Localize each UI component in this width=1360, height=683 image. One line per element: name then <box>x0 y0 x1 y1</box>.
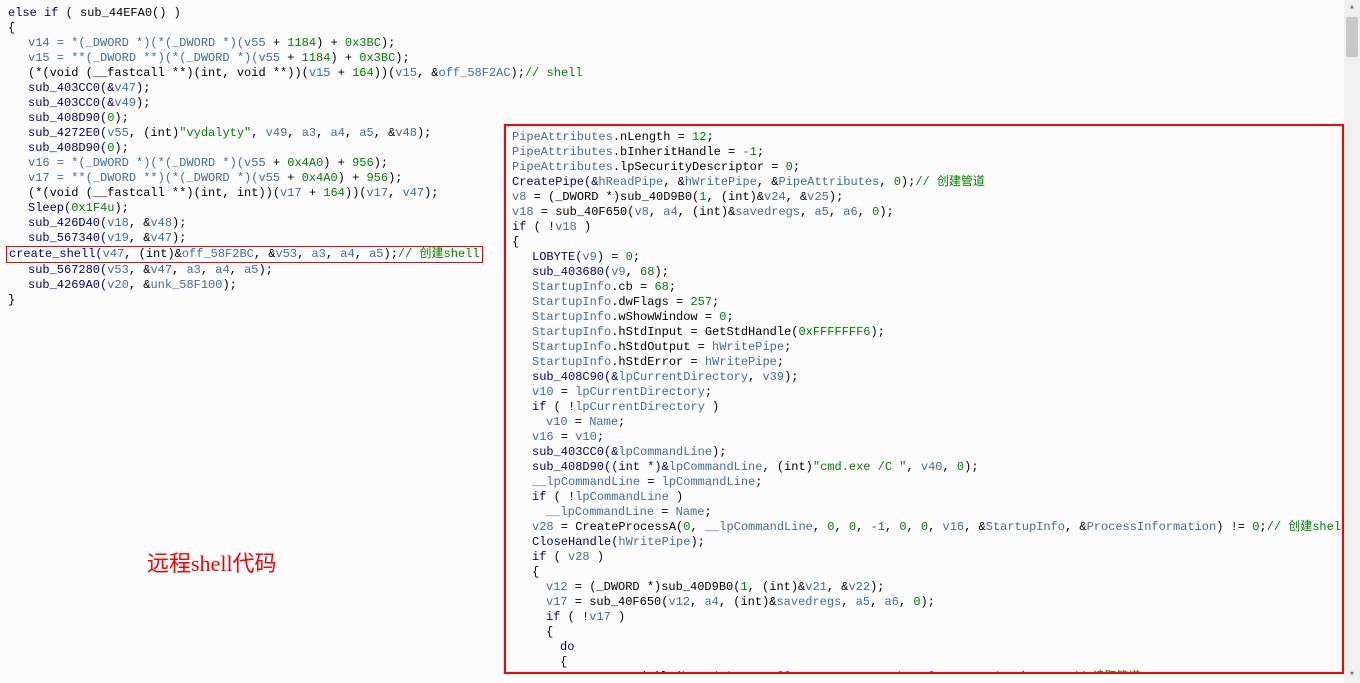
code-line: (*(void (__fastcall **)(int, void **))(v… <box>8 66 498 81</box>
right-code-block: PipeAttributes.nLength = 12; PipeAttribu… <box>504 124 1344 674</box>
code-line: StartupInfo.cb = 68; <box>512 280 1336 295</box>
code-line: __lpCommandLine = lpCommandLine; <box>512 475 1336 490</box>
code-line: PipeAttributes.bInheritHandle = -1; <box>512 145 1336 160</box>
code-line: v18 = sub_40F650(v8, a4, (int)&savedregs… <box>512 205 1336 220</box>
code-line: sub_403CC0(&v49); <box>8 96 498 111</box>
code-line: if ( !lpCurrentDirectory ) <box>512 400 1336 415</box>
left-code-block: else if ( sub_44EFA0() ) { v14 = *(_DWOR… <box>8 6 498 308</box>
code-line: v10 = lpCurrentDirectory; <box>512 385 1336 400</box>
code-line: v17 = sub_40F650(v12, a4, (int)&savedreg… <box>512 595 1336 610</box>
code-line: sub_567340(v19, &v47); <box>8 231 498 246</box>
code-line: sub_408D90(0); <box>8 111 498 126</box>
code-line: v17 = **(_DWORD **)(*(_DWORD *)(v55 + 0x… <box>8 171 498 186</box>
code-line: sub_4269A0(v20, &unk_58F100); <box>8 278 498 293</box>
code-line: sub_408D90(0); <box>8 141 498 156</box>
code-line: PipeAttributes.nLength = 12; <box>512 130 1336 145</box>
code-line: v16 = v10; <box>512 430 1336 445</box>
code-line: else if ( sub_44EFA0() ) <box>8 6 498 21</box>
code-line: LOBYTE(v9) = 0; <box>512 250 1336 265</box>
code-line: v15 = **(_DWORD **)(*(_DWORD *)(v55 + 11… <box>8 51 498 66</box>
code-line: v28 = CreateProcessA(0, __lpCommandLine,… <box>512 520 1336 535</box>
code-line: v16 = *(_DWORD *)(*(_DWORD *)(v55 + 0x4A… <box>8 156 498 171</box>
annotation-label: 远程shell代码 <box>147 550 277 578</box>
code-line: sub_403CC0(&lpCommandLine); <box>512 445 1336 460</box>
scroll-down-icon[interactable]: ▾ <box>1344 667 1360 683</box>
code-line: v10 = Name; <box>512 415 1336 430</box>
code-line: Sleep(0x1F4u); <box>8 201 498 216</box>
code-line: StartupInfo.hStdInput = GetStdHandle(0xF… <box>512 325 1336 340</box>
code-line: { <box>512 235 1336 250</box>
code-line: CreatePipe(&hReadPipe, &hWritePipe, &Pip… <box>512 175 1336 190</box>
code-line: sub_426D40(v18, &v48); <box>8 216 498 231</box>
code-line: { <box>8 21 498 36</box>
code-line: StartupInfo.dwFlags = 257; <box>512 295 1336 310</box>
code-line: if ( !v18 ) <box>512 220 1336 235</box>
code-line: v14 = *(_DWORD *)(*(_DWORD *)(v55 + 1184… <box>8 36 498 51</box>
scroll-thumb[interactable] <box>1346 17 1358 57</box>
code-line: StartupInfo.hStdError = hWritePipe; <box>512 355 1336 370</box>
code-line: __lpCommandLine = Name; <box>512 505 1336 520</box>
code-line: { <box>512 565 1336 580</box>
code-line: sub_408D90((int *)&lpCommandLine, (int)"… <box>512 460 1336 475</box>
code-line: { <box>512 655 1336 670</box>
scroll-up-icon[interactable]: ▴ <box>1344 0 1360 16</box>
code-line: StartupInfo.hStdOutput = hWritePipe; <box>512 340 1336 355</box>
code-line: PipeAttributes.lpSecurityDescriptor = 0; <box>512 160 1336 175</box>
code-line: sub_408C90(&lpCurrentDirectory, v39); <box>512 370 1336 385</box>
code-line: { <box>512 625 1336 640</box>
code-line: if ( v28 ) <box>512 550 1336 565</box>
code-line: sub_4272E0(v55, (int)"vydalyty", v49, a3… <box>8 126 498 141</box>
code-line: StartupInfo.wShowWindow = 0; <box>512 310 1336 325</box>
highlighted-create-shell-line: create_shell(v47, (int)&off_58F2BC, &v53… <box>6 246 483 263</box>
code-line: sub_567280(v53, &v47, a3, a4, a5); <box>8 263 498 278</box>
code-line: if ( !lpCommandLine ) <box>512 490 1336 505</box>
code-line: do <box>512 640 1336 655</box>
code-line: v8 = (_DWORD *)sub_40D9B0(1, (int)&v24, … <box>512 190 1336 205</box>
code-line: CloseHandle(hWritePipe); <box>512 535 1336 550</box>
vertical-scrollbar[interactable]: ▴ ▾ <box>1344 0 1360 683</box>
code-line: v32 = ReadFile(hReadPipe, Buffer, 0xFFu,… <box>512 670 1336 674</box>
code-line: if ( !v17 ) <box>512 610 1336 625</box>
code-line: sub_403CC0(&v47); <box>8 81 498 96</box>
code-line: } <box>8 293 498 308</box>
code-line: sub_403680(v9, 68); <box>512 265 1336 280</box>
code-line: v12 = (_DWORD *)sub_40D9B0(1, (int)&v21,… <box>512 580 1336 595</box>
code-line: (*(void (__fastcall **)(int, int))(v17 +… <box>8 186 498 201</box>
